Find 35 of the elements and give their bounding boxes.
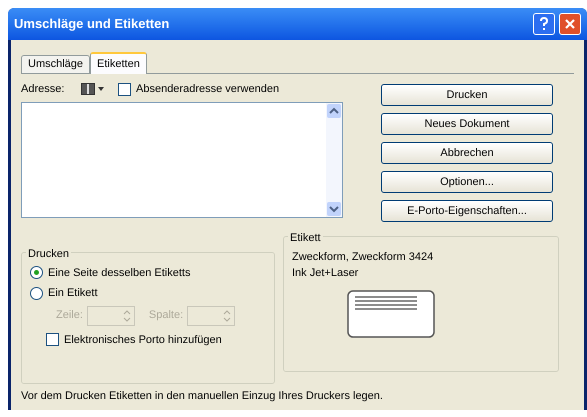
dialog-button[interactable]: Optionen... (381, 171, 553, 193)
tab[interactable]: Etiketten (90, 52, 147, 74)
caret-icon (98, 87, 104, 91)
address-book-button[interactable] (81, 83, 104, 95)
checkbox-label: Absenderadresse verwenden (136, 82, 280, 97)
spinner-label: Zeile: (56, 308, 83, 324)
dialog-button[interactable]: Drucken (381, 84, 553, 106)
label-info-text: Zweckform, Zweckform 3424 (292, 250, 434, 264)
dialog-button[interactable]: E-Porto-Eigenschaften... (381, 200, 553, 222)
close-icon (564, 18, 576, 30)
help-button[interactable] (533, 13, 555, 35)
help-icon (539, 17, 549, 31)
spinner-label: Spalte: (148, 308, 184, 324)
radio-button[interactable] (30, 266, 43, 280)
checkbox-label: Elektronisches Porto hinzufügen (64, 332, 222, 348)
close-button[interactable] (559, 13, 581, 35)
radio-button[interactable] (30, 286, 43, 300)
dialog-button[interactable]: Neues Dokument (381, 113, 553, 135)
radio-label: Ein Etikett (48, 286, 98, 301)
checkbox[interactable] (46, 333, 59, 346)
scroll-up-icon[interactable] (326, 103, 342, 119)
scroll-down-icon[interactable] (326, 201, 342, 217)
address-label: Adresse: (21, 82, 66, 97)
status-text: Vor dem Drucken Etiketten in den manuellen Einzug Ihres Druckers legen. (21, 390, 383, 402)
radio-label: Eine Seite desselben Etiketts (48, 266, 190, 280)
label-info-text: Ink Jet+Laser (292, 266, 360, 281)
spin-field[interactable] (187, 306, 236, 326)
scrollbar[interactable] (326, 103, 342, 217)
dialog-button[interactable]: Abbrechen (381, 142, 553, 164)
window-title: Umschläge und Etiketten (14, 15, 170, 34)
address-book-icon (81, 83, 95, 95)
tab[interactable]: Umschläge (21, 55, 90, 73)
spin-field[interactable] (86, 306, 135, 326)
address-field[interactable] (21, 102, 343, 218)
checkbox[interactable] (118, 82, 131, 96)
